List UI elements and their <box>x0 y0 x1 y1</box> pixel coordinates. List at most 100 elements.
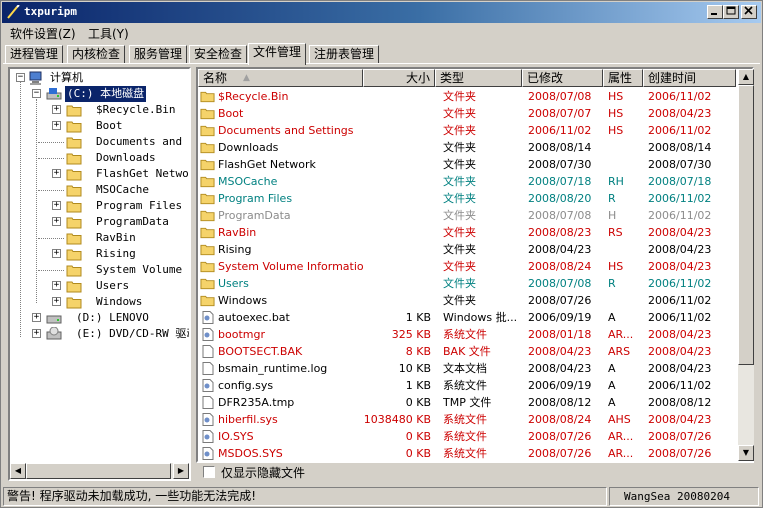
file-row[interactable]: Documents and Settings 文件夹 2006/11/02 HS 200… <box>198 122 736 139</box>
expand-icon[interactable]: + <box>52 249 61 258</box>
file-row[interactable]: Users 文件夹 2008/07/08 R 2006/11/02 <box>198 275 736 292</box>
file-row[interactable]: bsmain_runtime.log 10 KB 文本文档 2008/04/23 A 20… <box>198 360 736 377</box>
tab-kernel[interactable]: 内核检查 <box>67 45 126 64</box>
status-author: WangSea 20080204 <box>609 487 759 506</box>
config-file-icon <box>202 413 214 426</box>
expand-icon[interactable]: + <box>52 105 61 114</box>
tab-process[interactable]: 进程管理 <box>5 45 64 64</box>
file-size: 1 KB <box>405 379 431 392</box>
expand-icon[interactable]: + <box>52 169 61 178</box>
file-row[interactable]: BOOTSECT.BAK 8 KB BAK 文件 2008/04/23 ARS 2008/… <box>198 343 736 360</box>
file-created: 2008/04/23 <box>648 243 712 256</box>
tree-horizontal-scrollbar[interactable]: ◀ ▶ <box>10 463 189 479</box>
file-row[interactable]: Downloads 文件夹 2008/08/14 2008/08/14 <box>198 139 736 156</box>
file-created: 2008/04/23 <box>648 260 712 273</box>
file-row[interactable]: RavBin 文件夹 2008/08/23 RS 2008/04/23 <box>198 224 736 241</box>
file-row[interactable]: Program Files 文件夹 2008/08/20 R 2006/11/02 <box>198 190 736 207</box>
file-modified: 2008/08/12 <box>528 396 592 409</box>
minimize-button[interactable] <box>707 5 723 19</box>
folder-icon <box>200 142 215 154</box>
close-button[interactable] <box>741 5 757 19</box>
file-attr: AR... <box>608 447 634 460</box>
file-row[interactable]: FlashGet Network 文件夹 2008/07/30 2008/07/30 <box>198 156 736 173</box>
file-row[interactable]: MSOCache 文件夹 2008/07/18 RH 2008/07/18 <box>198 173 736 190</box>
file-type: 文件夹 <box>443 141 476 154</box>
tab-services[interactable]: 服务管理 <box>129 45 188 64</box>
tab-security[interactable]: 安全检查 <box>189 45 248 64</box>
file-list[interactable]: 名称 ▲ 大小 类型 已修改 属性 创建时间 $Recycle.Bin 文件夹 20… <box>196 67 754 463</box>
expand-icon[interactable]: + <box>52 201 61 210</box>
menu-settings[interactable]: 软件设置(Z) <box>10 25 76 42</box>
folder-icon <box>200 210 215 222</box>
folder-icon <box>66 153 82 165</box>
scroll-right-button[interactable]: ▶ <box>173 463 189 479</box>
scroll-thumb[interactable] <box>738 85 754 365</box>
file-created: 2006/11/02 <box>648 294 712 307</box>
folder-icon <box>200 278 215 290</box>
expand-icon[interactable]: + <box>52 217 61 226</box>
file-modified: 2008/07/26 <box>528 430 592 443</box>
file-row[interactable]: $Recycle.Bin 文件夹 2008/07/08 HS 2006/11/02 <box>198 88 736 105</box>
expand-icon[interactable]: + <box>32 313 41 322</box>
file-type: 文件夹 <box>443 209 476 222</box>
file-type: 系统文件 <box>443 328 487 341</box>
minimize-icon <box>711 13 717 15</box>
show-hidden-checkbox[interactable] <box>203 466 215 478</box>
config-file-icon <box>202 430 214 443</box>
tab-registry[interactable]: 注册表管理 <box>309 45 380 64</box>
file-row[interactable]: DFR235A.tmp 0 KB TMP 文件 2008/08/12 A 2008/08/… <box>198 394 736 411</box>
file-row[interactable]: IO.SYS 0 KB 系统文件 2008/07/26 AR... 2008/07/26 <box>198 428 736 445</box>
scroll-down-button[interactable]: ▼ <box>738 445 754 461</box>
file-modified: 2008/08/23 <box>528 226 592 239</box>
tree-line <box>38 158 64 159</box>
file-name: ProgramData <box>218 209 291 222</box>
expand-icon[interactable]: + <box>52 281 61 290</box>
file-name: Documents and Settings <box>218 124 354 137</box>
file-row[interactable]: bootmgr 325 KB 系统文件 2008/01/18 AR... 2008/04/… <box>198 326 736 343</box>
file-type: 文件夹 <box>443 243 476 256</box>
folder-tree[interactable]: − 计算机 − (C:) 本地磁盘 + $Recycle.Bin + Boot Docu… <box>8 67 191 481</box>
file-size: 325 KB <box>391 328 431 341</box>
title-bar[interactable]: txpuripm <box>2 2 761 23</box>
file-row[interactable]: MSDOS.SYS 0 KB 系统文件 2008/07/26 AR... 2008/07/… <box>198 445 736 461</box>
file-type: 文件夹 <box>443 226 476 239</box>
file-row[interactable]: Boot 文件夹 2008/07/07 HS 2008/04/23 <box>198 105 736 122</box>
file-modified: 2008/07/08 <box>528 90 592 103</box>
expand-icon[interactable]: + <box>52 121 61 130</box>
file-row[interactable]: autoexec.bat 1 KB Windows 批... 2006/09/19 A 2… <box>198 309 736 326</box>
folder-icon <box>66 265 82 277</box>
column-attr[interactable]: 属性 <box>603 69 643 87</box>
file-created: 2008/07/26 <box>648 447 712 460</box>
scroll-thumb[interactable] <box>26 463 171 479</box>
file-type: 系统文件 <box>443 430 487 443</box>
file-row[interactable]: config.sys 1 KB 系统文件 2006/09/19 A 2006/11/02 <box>198 377 736 394</box>
file-row[interactable]: ProgramData 文件夹 2008/07/08 H 2006/11/02 <box>198 207 736 224</box>
expand-icon[interactable]: + <box>52 297 61 306</box>
folder-icon <box>66 169 82 181</box>
file-type: 文件夹 <box>443 124 476 137</box>
scroll-up-button[interactable]: ▲ <box>738 69 754 85</box>
file-row[interactable]: Windows 文件夹 2008/07/26 2006/11/02 <box>198 292 736 309</box>
column-name[interactable]: 名称 ▲ <box>198 69 363 87</box>
show-hidden-label: 仅显示隐藏文件 <box>221 466 306 480</box>
file-type: 系统文件 <box>443 413 487 426</box>
file-modified: 2008/07/18 <box>528 175 592 188</box>
column-modified[interactable]: 已修改 <box>522 69 603 87</box>
list-vertical-scrollbar[interactable]: ▲ ▼ <box>738 69 754 461</box>
column-size[interactable]: 大小 <box>363 69 435 87</box>
scroll-left-button[interactable]: ◀ <box>10 463 26 479</box>
folder-icon <box>200 108 215 120</box>
collapse-icon[interactable]: − <box>16 73 25 82</box>
maximize-button[interactable] <box>723 5 739 19</box>
expand-icon[interactable]: + <box>32 329 41 338</box>
tree-line <box>20 81 21 337</box>
collapse-icon[interactable]: − <box>32 89 41 98</box>
column-type[interactable]: 类型 <box>435 69 522 87</box>
file-row[interactable]: Rising 文件夹 2008/04/23 2008/04/23 <box>198 241 736 258</box>
tab-files[interactable]: 文件管理 <box>248 43 307 65</box>
menu-tools[interactable]: 工具(Y) <box>88 25 129 42</box>
file-row[interactable]: hiberfil.sys 1038480 KB 系统文件 2008/08/24 AHS 2… <box>198 411 736 428</box>
column-created[interactable]: 创建时间 <box>643 69 736 87</box>
file-row[interactable]: System Volume Information 文件夹 2008/08/24 HS… <box>198 258 736 275</box>
file-attr: RH <box>608 175 624 188</box>
